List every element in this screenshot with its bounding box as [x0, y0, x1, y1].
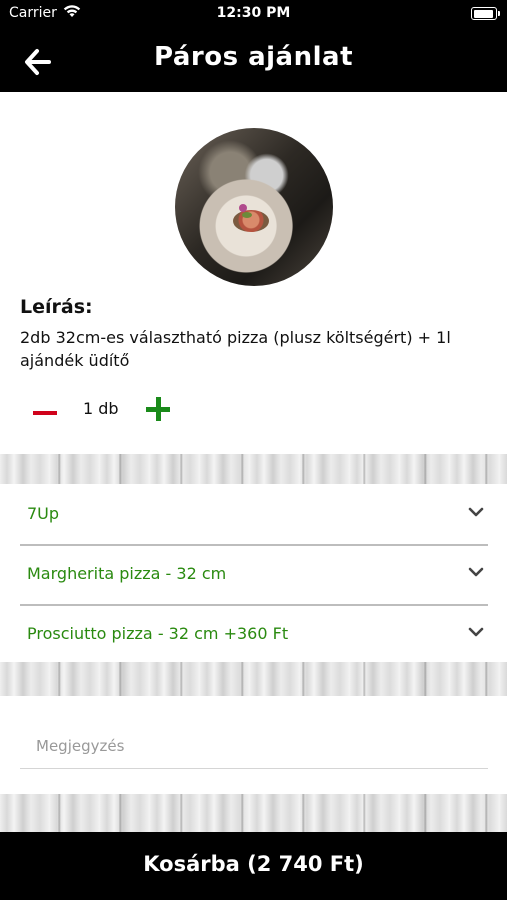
garnish-shape [239, 204, 247, 212]
product-image [175, 128, 333, 286]
navigation-bar: Carrier 12:30 PM Páros ajánlat [0, 0, 507, 92]
option-pizza1-select[interactable]: Margherita pizza - 32 cm [20, 544, 488, 606]
minus-button[interactable] [30, 401, 60, 429]
option-label: Margherita pizza - 32 cm [27, 564, 227, 583]
option-label: Prosciutto pizza - 32 cm +360 Ft [27, 624, 289, 643]
plus-button[interactable] [144, 395, 174, 425]
notes-input[interactable] [34, 736, 478, 756]
option-label: 7Up [27, 504, 60, 523]
chevron-down-icon [468, 627, 484, 637]
wood-background [0, 454, 507, 484]
minus-icon [33, 411, 57, 415]
page-title: Páros ajánlat [153, 42, 353, 72]
option-drink-select[interactable]: 7Up [20, 484, 488, 546]
status-bar: Carrier 12:30 PM [0, 5, 507, 25]
clock: 12:30 PM [216, 5, 291, 21]
notes-section [0, 696, 507, 794]
description-label: Leírás: [20, 296, 93, 318]
quantity-value: 1 db [83, 399, 119, 418]
wood-background [0, 794, 507, 832]
wood-background [0, 662, 507, 696]
battery-icon [471, 7, 500, 20]
quantity-stepper: 1 db [30, 395, 230, 425]
add-to-cart-label: Kosárba (2 740 Ft) [143, 852, 364, 876]
chevron-down-icon [468, 567, 484, 577]
options-list: 7Up Margherita pizza - 32 cm Prosciutto … [0, 484, 507, 666]
option-pizza2-select[interactable]: Prosciutto pizza - 32 cm +360 Ft [20, 604, 488, 666]
notes-field [20, 732, 488, 769]
description-text: 2db 32cm-es választható pizza (plusz köl… [20, 328, 451, 370]
herb-shape [242, 212, 252, 218]
chevron-down-icon [468, 507, 484, 517]
add-to-cart-button[interactable]: Kosárba (2 740 Ft) [0, 832, 507, 900]
